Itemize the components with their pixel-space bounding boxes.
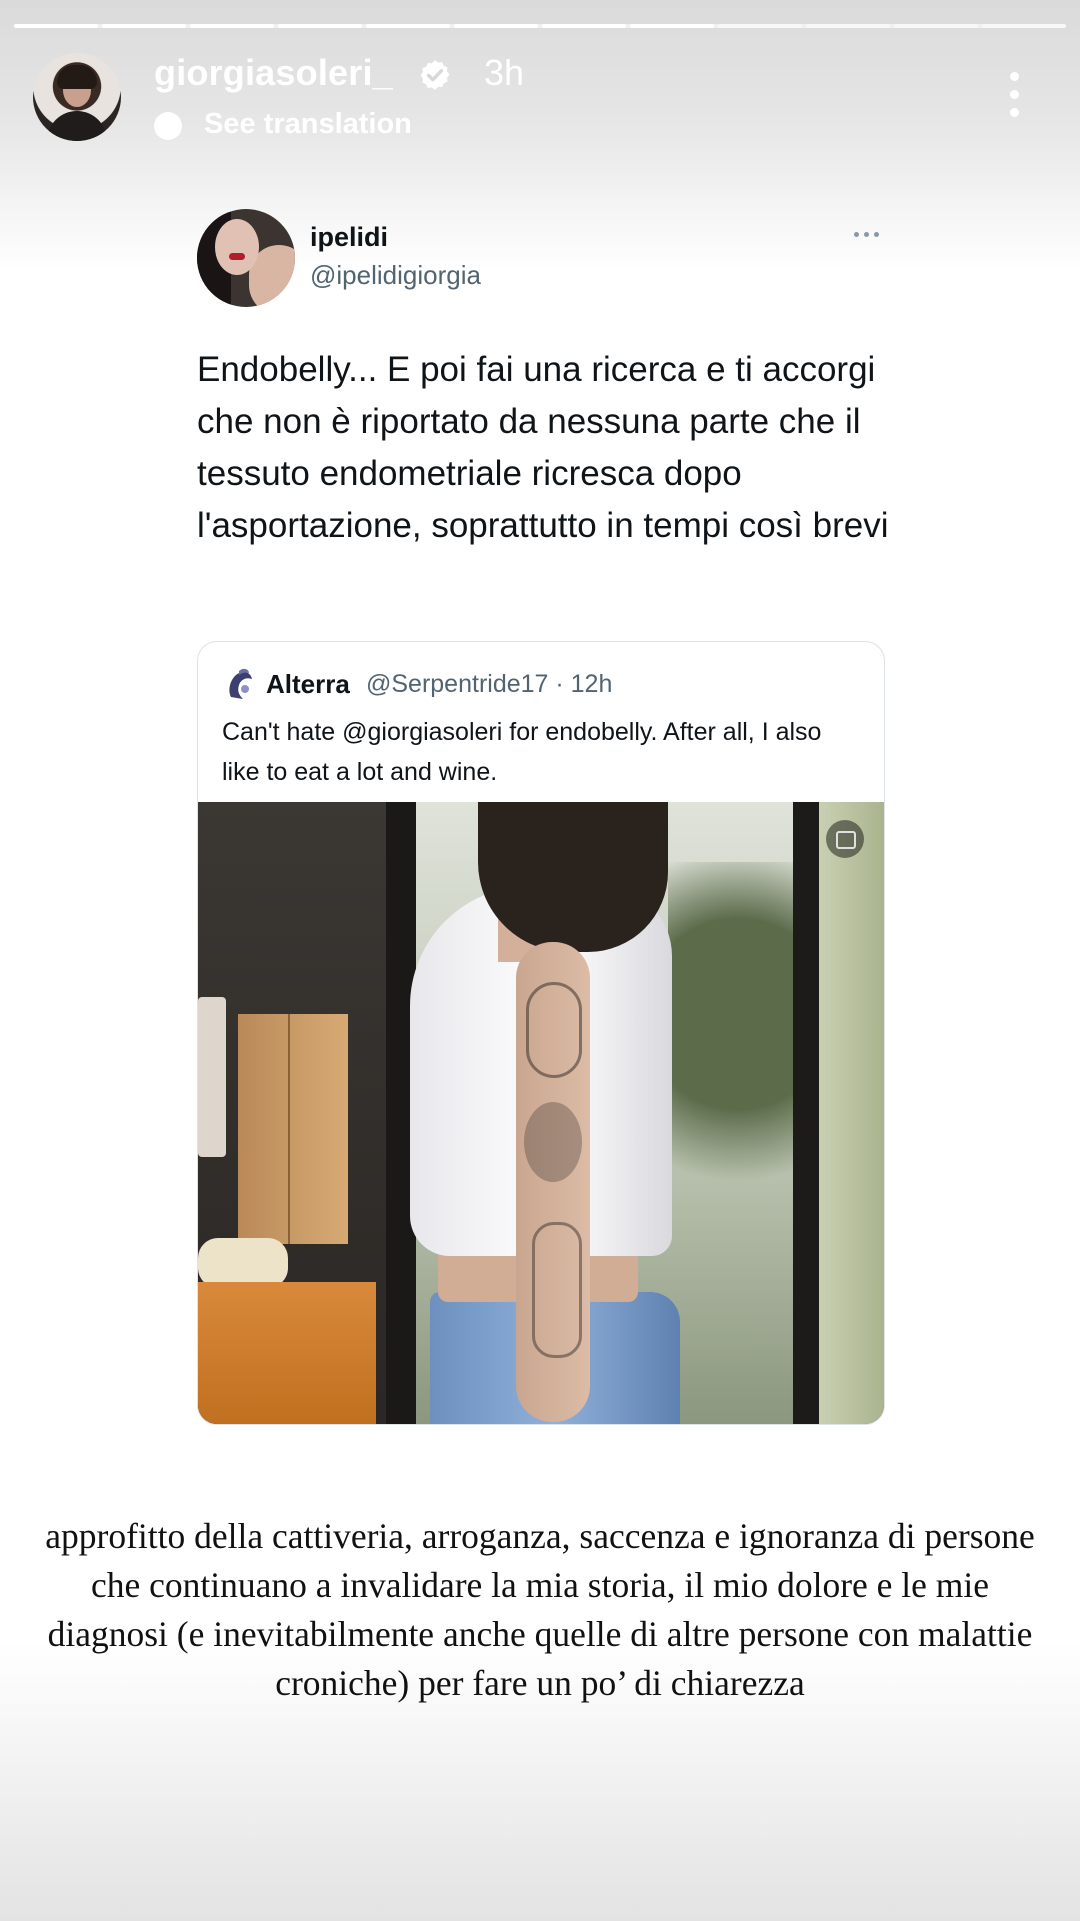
progress-segment xyxy=(454,24,538,28)
profile-avatar[interactable] xyxy=(33,53,121,141)
progress-segment xyxy=(190,24,274,28)
progress-segment xyxy=(982,24,1066,28)
tweet-author-name: ipelidi xyxy=(310,222,389,252)
progress-segment xyxy=(542,24,626,28)
progress-segment xyxy=(630,24,714,28)
story-caption: approfitto della cattiveria, arroganza, … xyxy=(45,1516,1035,1703)
avatar-body xyxy=(47,111,107,141)
progress-segment xyxy=(806,24,890,28)
avatar-face xyxy=(215,219,259,275)
quoted-author-name: Alterra xyxy=(266,669,350,699)
media-content-icon xyxy=(826,820,864,858)
quoted-author-avatar xyxy=(229,668,252,699)
avatar-lips xyxy=(229,253,245,260)
progress-segment xyxy=(278,24,362,28)
tweet-author-avatar xyxy=(197,209,295,307)
quoted-author-meta: @Serpentride17 · 12h xyxy=(366,670,613,698)
story-progress-bar xyxy=(14,24,1066,28)
more-options-icon[interactable] xyxy=(1003,70,1025,120)
profile-username[interactable]: giorgiasoleri_ xyxy=(154,52,393,94)
progress-segment xyxy=(718,24,802,28)
quoted-tweet-text: Can't hate @giorgiasoleri for endobelly.… xyxy=(222,718,822,786)
see-translation-label: See translation xyxy=(204,108,412,140)
progress-segment xyxy=(366,24,450,28)
tweet-text: Endobelly... E poi fai una ricerca e ti … xyxy=(197,350,889,545)
quoted-tweet-photo xyxy=(198,802,884,1424)
progress-segment xyxy=(102,24,186,28)
story-timestamp: 3h xyxy=(484,52,525,93)
quoted-tweet: Alterra @Serpentride17 · 12h Can't hate … xyxy=(197,641,885,1425)
progress-segment xyxy=(894,24,978,28)
tweet-more-icon xyxy=(852,230,882,240)
translate-icon xyxy=(154,112,182,140)
tweet-author-handle: @ipelidigiorgia xyxy=(310,260,481,290)
verified-badge-icon xyxy=(420,60,450,90)
story-viewer[interactable]: giorgiasoleri_ 3h See translation ipelid… xyxy=(0,0,1080,1921)
avatar-hair xyxy=(57,65,97,89)
progress-segment xyxy=(14,24,98,28)
